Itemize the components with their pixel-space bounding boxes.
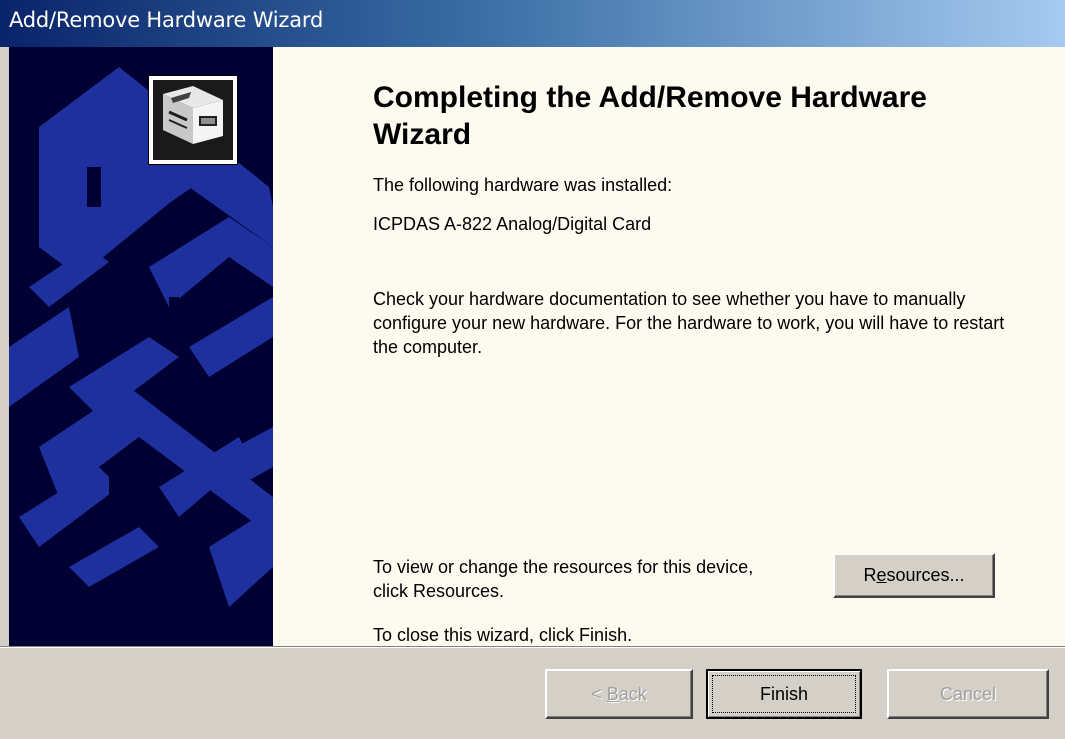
resources-note-text: To view or change the resources for this… [373,557,754,601]
back-button[interactable]: < Back [545,669,693,719]
cancel-button[interactable]: Cancel [887,669,1049,719]
wizard-content: Completing the Add/Remove Hardware Wizar… [273,47,1065,646]
bottom-divider [0,646,1065,648]
window-title: Add/Remove Hardware Wizard [9,8,324,32]
back-button-label: < Back [591,683,647,704]
device-name-text: ICPDAS A-822 Analog/Digital Card [373,214,652,234]
finish-button[interactable]: Finish [706,669,862,719]
wizard-window: Add/Remove Hardware Wizard Completing th… [0,0,1065,739]
hardware-card-icon [148,75,238,165]
focus-rectangle [712,675,856,713]
close-note-text: To close this wizard, click Finish. [373,625,633,645]
cancel-button-label: Cancel [939,683,997,704]
page-title: Completing the Add/Remove Hardware Wizar… [373,81,927,151]
wizard-sidebar [9,47,273,646]
title-bar[interactable]: Add/Remove Hardware Wizard [0,0,1065,47]
resources-button[interactable]: Resources... [833,553,995,598]
resources-button-label: Resources... [863,565,965,585]
documentation-note-text: Check your hardware documentation to see… [373,289,1005,357]
installed-intro-text: The following hardware was installed: [373,175,673,195]
